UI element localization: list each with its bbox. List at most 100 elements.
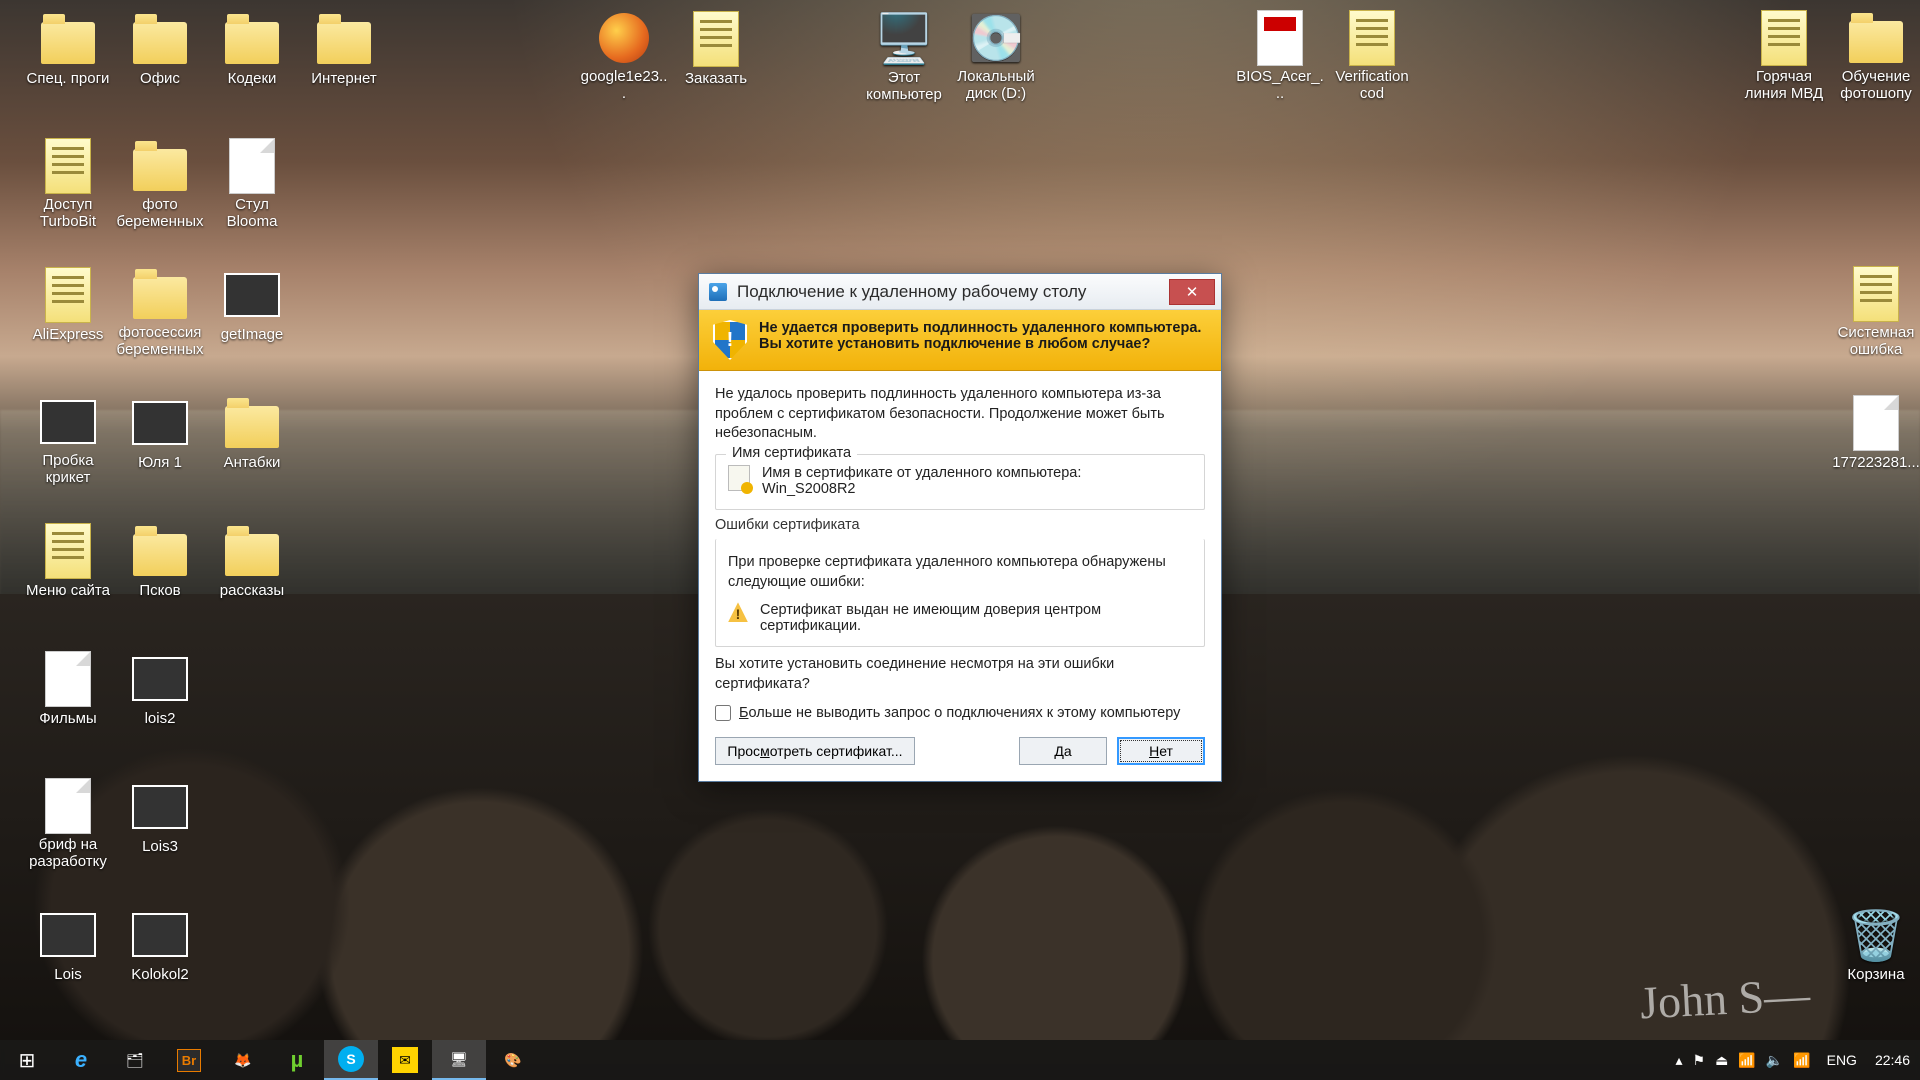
dont-ask-checkbox[interactable]	[715, 705, 731, 721]
icon-label: Системная ошибка	[1832, 324, 1920, 359]
taskbar: ⊞e🗂Br🦊µS✉🖥🎨 ▴ ⚑ ⏏ 📶 🔈 📶 ENG 22:46	[0, 1040, 1920, 1080]
note-icon	[39, 266, 97, 324]
icon-label: Кодеки	[228, 70, 277, 87]
taskbar-start-button[interactable]: ⊞	[0, 1040, 54, 1080]
dont-ask-row[interactable]: Больше не выводить запрос о подключениях…	[715, 705, 1205, 721]
desktop-icon-антабки[interactable]: Антабки	[208, 390, 296, 486]
taskbar-bat-button[interactable]: ✉	[378, 1040, 432, 1080]
note-icon	[1755, 10, 1813, 66]
cert-errors-label: Ошибки сертификата	[715, 516, 1205, 536]
close-button[interactable]: ✕	[1169, 279, 1215, 305]
desktop-icon-обучение-фотошопу[interactable]: Обучение фотошопу	[1832, 6, 1920, 102]
desktop-icon-горячая-линия-мвд[interactable]: Горячая линия МВД	[1740, 6, 1828, 102]
icon-label: Антабки	[224, 454, 281, 471]
note-icon	[1343, 10, 1401, 66]
taskbar-explorer-button[interactable]: 🗂	[108, 1040, 162, 1080]
desktop-icon-бриф-на-разработку[interactable]: бриф на разработку	[24, 774, 112, 870]
desktop-icon-кодеки[interactable]: Кодеки	[208, 6, 296, 102]
desktop-icon-verification-cod[interactable]: Verification cod	[1328, 6, 1416, 102]
no-button[interactable]: Нет	[1117, 737, 1205, 765]
note-icon	[39, 138, 97, 194]
tray-icon-4[interactable]: 🔈	[1766, 1052, 1783, 1069]
cert-errors-group: При проверке сертификата удаленного комп…	[715, 539, 1205, 647]
icon-label: Доступ TurboBit	[24, 196, 112, 231]
taskbar-skype-button[interactable]: S	[324, 1040, 378, 1080]
icon-label: 177223281...	[1832, 454, 1920, 471]
desktop-icon-офис[interactable]: Офис	[116, 6, 204, 102]
firefox-icon	[595, 10, 653, 66]
desktop-icon-интернет[interactable]: Интернет	[300, 6, 388, 102]
desktop-icon-пробка-крикет[interactable]: Пробка крикет	[24, 390, 112, 486]
rdp-icon	[709, 283, 727, 301]
cert-errors-intro: При проверке сертификата удаленного комп…	[728, 553, 1192, 592]
taskbar-ie-button[interactable]: e	[54, 1040, 108, 1080]
desktop-icon-юля-1[interactable]: Юля 1	[116, 390, 204, 486]
clock[interactable]: 22:46	[1865, 1040, 1920, 1080]
taskbar-utorrent-button[interactable]: µ	[270, 1040, 324, 1080]
icon-label: Офис	[140, 70, 180, 87]
desktop-icon-177223281-[interactable]: 177223281...	[1832, 390, 1920, 486]
desktop-icon-фото-беременных[interactable]: фото беременных	[116, 134, 204, 230]
icon-label: Пробка крикет	[24, 452, 112, 487]
desktop-icon-lois2[interactable]: lois2	[116, 646, 204, 742]
view-cert-button[interactable]: Просмотреть сертификат...	[715, 737, 915, 765]
taskbar-bridge-button[interactable]: Br	[162, 1040, 216, 1080]
desktop-icon-системная-ошибка[interactable]: Системная ошибка	[1832, 262, 1920, 358]
thumb-icon	[131, 650, 189, 708]
note-icon	[39, 522, 97, 580]
icon-label: бриф на разработку	[24, 836, 112, 871]
desktop-icon-локальный-диск-d-[interactable]: 💽Локальный диск (D:)	[952, 6, 1040, 102]
system-tray: ▴ ⚑ ⏏ 📶 🔈 📶	[1667, 1040, 1818, 1080]
intro-text: Не удалось проверить подлинность удаленн…	[715, 385, 1205, 444]
cert-from-label: Имя в сертификате от удаленного компьюте…	[762, 465, 1081, 481]
icon-label: Корзина	[1847, 966, 1904, 983]
icon-label: Псков	[139, 582, 180, 599]
icon-label: Горячая линия МВД	[1740, 68, 1828, 103]
cert-name-legend: Имя сертификата	[726, 445, 857, 461]
desktop-icon-google1e23-[interactable]: google1e23...	[580, 6, 668, 102]
dialog-titlebar[interactable]: Подключение к удаленному рабочему столу …	[699, 274, 1221, 310]
desktop-icon-kolokol2[interactable]: Kolokol2	[116, 902, 204, 998]
icon-label: AliExpress	[33, 326, 104, 343]
folder-icon	[1847, 10, 1905, 66]
desktop-icon-lois[interactable]: Lois	[24, 902, 112, 998]
tray-icon-0[interactable]: ▴	[1675, 1052, 1682, 1069]
yes-button[interactable]: Да	[1019, 737, 1107, 765]
dont-ask-label: Больше не выводить запрос о подключениях…	[739, 705, 1180, 721]
desktop-icon-стул-blooma[interactable]: Стул Blooma	[208, 134, 296, 230]
language-indicator[interactable]: ENG	[1819, 1040, 1865, 1080]
taskbar-rdp-button[interactable]: 🖥	[432, 1040, 486, 1080]
icon-label: Обучение фотошопу	[1832, 68, 1920, 103]
desktop-icon-bios-acer-[interactable]: BIOS_Acer_...	[1236, 6, 1324, 102]
desktop-icon-lois3[interactable]: Lois3	[116, 774, 204, 870]
desktop-icon-aliexpress[interactable]: AliExpress	[24, 262, 112, 358]
desktop-icon-псков[interactable]: Псков	[116, 518, 204, 614]
tray-icon-1[interactable]: ⚑	[1693, 1052, 1706, 1069]
desktop-icon-корзина[interactable]: 🗑️Корзина	[1832, 902, 1920, 998]
desktop-icon-рассказы[interactable]: рассказы	[208, 518, 296, 614]
folder-icon	[131, 138, 189, 194]
desktop-icon-спец-проги[interactable]: Спец. проги	[24, 6, 112, 102]
note-icon	[1847, 266, 1905, 322]
icon-label: фото беременных	[116, 196, 204, 231]
icon-label: Verification cod	[1328, 68, 1416, 103]
taskbar-paint-button[interactable]: 🎨	[486, 1040, 540, 1080]
desktop-icon-доступ-turbobit[interactable]: Доступ TurboBit	[24, 134, 112, 230]
desktop-icon-фотосессия-беременных[interactable]: фотосессия беременных	[116, 262, 204, 358]
tray-icon-5[interactable]: 📶	[1793, 1052, 1810, 1069]
desktop-icon-этот-компьютер[interactable]: 🖥️Этот компьютер	[860, 6, 948, 102]
confirm-question: Вы хотите установить соединение несмотря…	[715, 655, 1205, 694]
desktop-icon-getimage[interactable]: getImage	[208, 262, 296, 358]
pdf-icon	[1251, 10, 1309, 66]
rdp-cert-dialog: Подключение к удаленному рабочему столу …	[698, 273, 1222, 782]
desktop-icon-фильмы[interactable]: Фильмы	[24, 646, 112, 742]
thumb-icon	[131, 778, 189, 836]
icon-label: Стул Blooma	[208, 196, 296, 231]
icon-label: Заказать	[685, 70, 747, 87]
tray-icon-2[interactable]: ⏏	[1715, 1052, 1728, 1069]
icon-label: getImage	[221, 326, 284, 343]
taskbar-firefox-button[interactable]: 🦊	[216, 1040, 270, 1080]
desktop-icon-заказать[interactable]: Заказать	[672, 6, 760, 102]
desktop-icon-меню-сайта[interactable]: Меню сайта	[24, 518, 112, 614]
tray-icon-3[interactable]: 📶	[1738, 1052, 1755, 1069]
